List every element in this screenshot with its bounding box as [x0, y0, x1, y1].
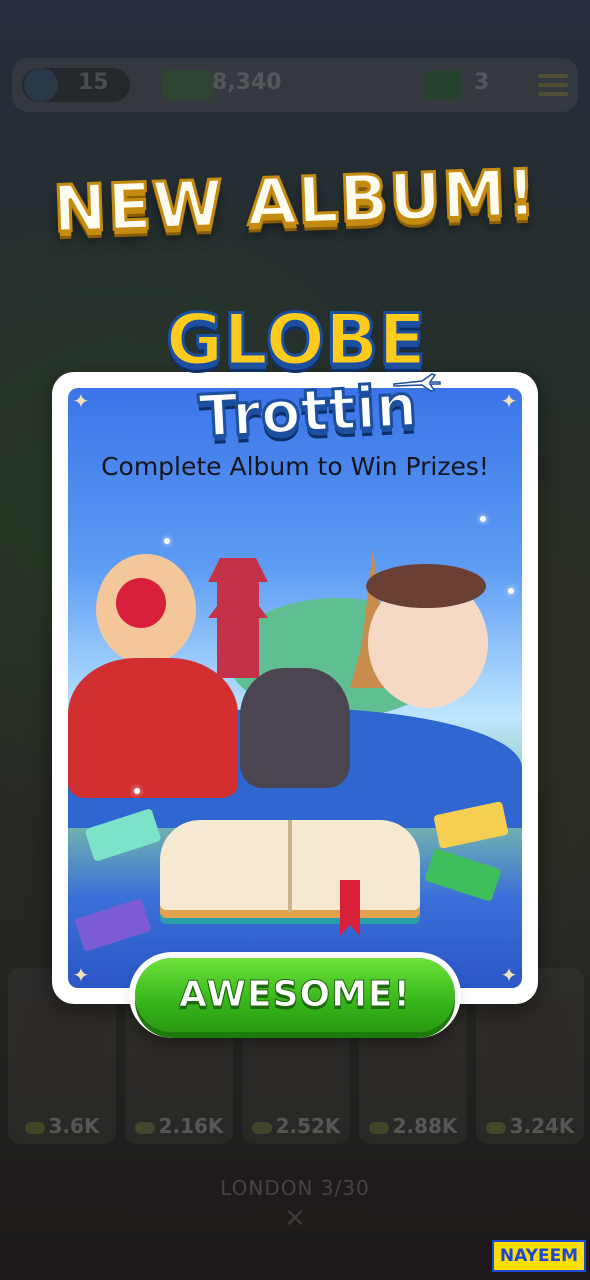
sparkle-icon — [164, 538, 170, 544]
cash-bill-icon — [424, 848, 502, 902]
corner-ornament-icon: ✦ — [500, 389, 518, 413]
pagoda-icon — [208, 558, 268, 678]
sparkle-icon — [508, 588, 514, 594]
dog-character — [240, 668, 350, 788]
beret-icon — [366, 564, 486, 608]
red-dress-shape — [68, 658, 238, 798]
rose-icon — [116, 578, 166, 628]
album-subtitle: Complete Album to Win Prizes! — [101, 452, 489, 481]
corner-ornament-icon: ✦ — [500, 963, 518, 987]
sparkle-icon — [480, 516, 486, 522]
airplane-icon — [393, 373, 441, 392]
awesome-button[interactable]: AWESOME! — [135, 958, 455, 1032]
creator-watermark: NAYEEM — [492, 1240, 586, 1272]
logo-line1: GLOBE — [164, 299, 427, 382]
cash-bill-icon — [74, 898, 152, 952]
corner-ornament-icon: ✦ — [72, 963, 90, 987]
corner-ornament-icon: ✦ — [72, 389, 90, 413]
book-spine — [288, 820, 292, 912]
sparkle-icon — [134, 788, 140, 794]
